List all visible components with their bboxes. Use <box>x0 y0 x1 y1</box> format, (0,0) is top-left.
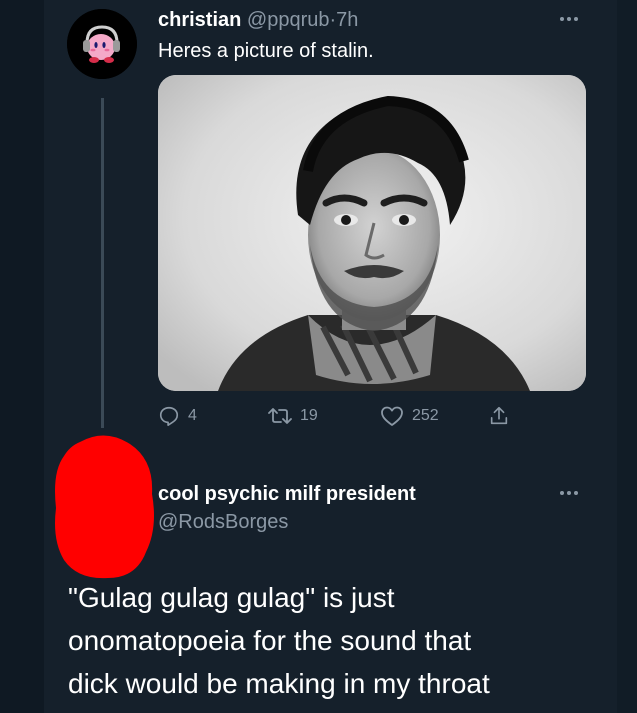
retweet-count: 19 <box>300 407 318 424</box>
tweet1-avatar[interactable] <box>67 9 137 79</box>
tweet1-display-name[interactable]: christian <box>158 9 241 31</box>
tweet1-text: Heres a picture of stalin. <box>158 40 374 62</box>
redacted-avatar <box>55 435 154 579</box>
portrait-photo <box>158 75 586 391</box>
thread-connector-line <box>101 98 104 428</box>
tweet2-text: "Gulag gulag gulag" is just onomatopoeia… <box>68 582 490 699</box>
heart-icon <box>381 406 403 426</box>
left-frame-edge <box>0 0 44 713</box>
retweet-button[interactable]: 19 <box>268 398 318 434</box>
tweet1-handle[interactable]: @ppqrub <box>247 9 330 31</box>
right-frame-edge <box>617 0 637 713</box>
tweet2-display-name[interactable]: cool psychic milf president <box>158 482 416 506</box>
like-count: 252 <box>412 407 439 424</box>
reply-icon <box>159 406 179 426</box>
reply-button[interactable]: 4 <box>158 398 197 434</box>
retweet-icon <box>268 408 292 424</box>
share-icon <box>490 406 508 425</box>
tweet1-action-bar: 4 19 252 <box>158 398 538 434</box>
kirby-headphones-avatar-icon <box>67 9 137 79</box>
tweet1-more-icon[interactable] <box>556 14 582 24</box>
tweet2-handle[interactable]: @RodsBorges <box>158 510 288 534</box>
tweet1-time[interactable]: 7h <box>336 9 358 31</box>
reply-count: 4 <box>188 407 197 424</box>
tweet1-photo[interactable] <box>158 75 586 391</box>
tweet2-more-icon[interactable] <box>556 488 582 498</box>
like-button[interactable]: 252 <box>380 398 439 434</box>
tweet1-header: christian @ppqrub·7h <box>158 8 358 32</box>
share-button[interactable] <box>488 398 510 434</box>
